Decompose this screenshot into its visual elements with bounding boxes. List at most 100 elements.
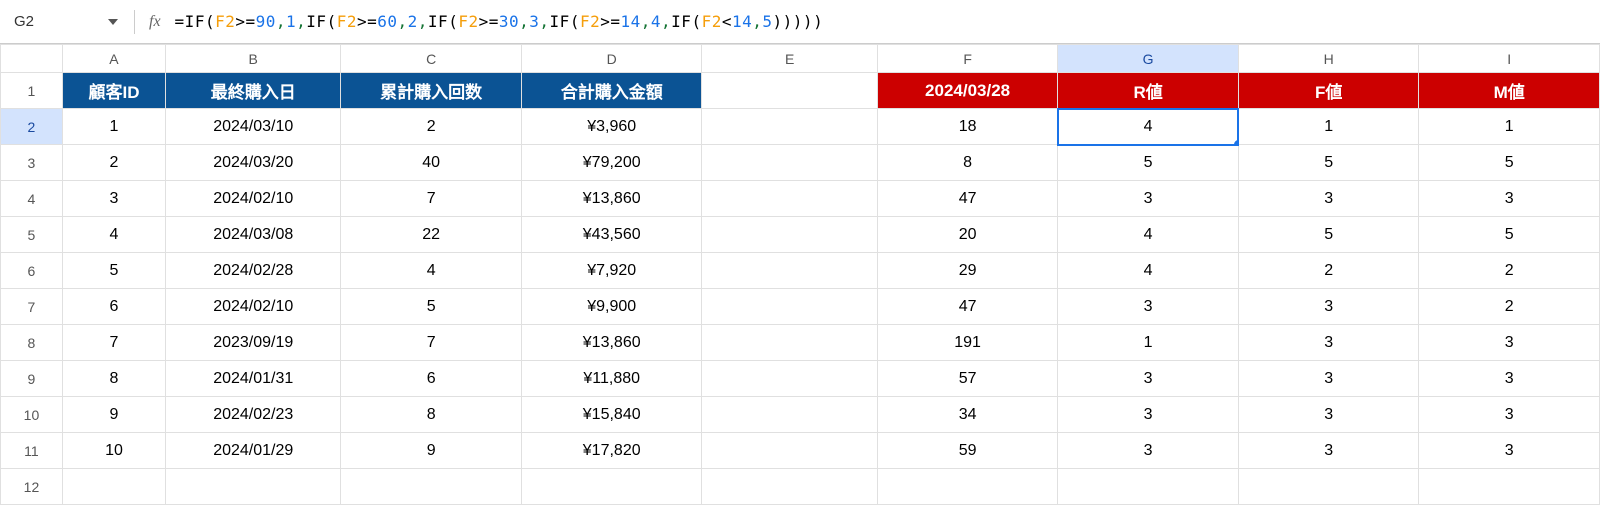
cell-H7[interactable]: 3	[1238, 289, 1419, 325]
row-header-2[interactable]: 2	[1, 109, 63, 145]
cell-F1[interactable]: 2024/03/28	[877, 73, 1058, 109]
cell-G12[interactable]	[1058, 469, 1239, 505]
row-header-5[interactable]: 5	[1, 217, 63, 253]
cell-I1[interactable]: M値	[1419, 73, 1600, 109]
cell-D9[interactable]: ¥11,880	[521, 361, 702, 397]
cell-B12[interactable]	[166, 469, 341, 505]
cell-I2[interactable]: 1	[1419, 109, 1600, 145]
cell-F3[interactable]: 8	[877, 145, 1058, 181]
cell-A8[interactable]: 7	[62, 325, 165, 361]
cell-E6[interactable]	[702, 253, 877, 289]
cell-I10[interactable]: 3	[1419, 397, 1600, 433]
cell-E10[interactable]	[702, 397, 877, 433]
cell-A7[interactable]: 6	[62, 289, 165, 325]
cell-E9[interactable]	[702, 361, 877, 397]
cell-I3[interactable]: 5	[1419, 145, 1600, 181]
cell-F11[interactable]: 59	[877, 433, 1058, 469]
cell-D2[interactable]: ¥3,960	[521, 109, 702, 145]
cell-C3[interactable]: 40	[341, 145, 522, 181]
cell-B11[interactable]: 2024/01/29	[166, 433, 341, 469]
row-header-8[interactable]: 8	[1, 325, 63, 361]
row-header-12[interactable]: 12	[1, 469, 63, 505]
cell-I5[interactable]: 5	[1419, 217, 1600, 253]
cell-D11[interactable]: ¥17,820	[521, 433, 702, 469]
cell-D6[interactable]: ¥7,920	[521, 253, 702, 289]
cell-E11[interactable]	[702, 433, 877, 469]
cell-I12[interactable]	[1419, 469, 1600, 505]
cell-B2[interactable]: 2024/03/10	[166, 109, 341, 145]
chevron-down-icon[interactable]	[108, 19, 118, 25]
cell-F12[interactable]	[877, 469, 1058, 505]
row-header-4[interactable]: 4	[1, 181, 63, 217]
cell-G4[interactable]: 3	[1058, 181, 1239, 217]
cell-D1[interactable]: 合計購入金額	[521, 73, 702, 109]
cell-B8[interactable]: 2023/09/19	[166, 325, 341, 361]
cell-I9[interactable]: 3	[1419, 361, 1600, 397]
cell-A12[interactable]	[62, 469, 165, 505]
cell-H9[interactable]: 3	[1238, 361, 1419, 397]
column-header-F[interactable]: F	[877, 45, 1058, 73]
cell-G3[interactable]: 5	[1058, 145, 1239, 181]
cell-D10[interactable]: ¥15,840	[521, 397, 702, 433]
cell-H10[interactable]: 3	[1238, 397, 1419, 433]
cell-H5[interactable]: 5	[1238, 217, 1419, 253]
cell-D4[interactable]: ¥13,860	[521, 181, 702, 217]
cell-F9[interactable]: 57	[877, 361, 1058, 397]
row-header-7[interactable]: 7	[1, 289, 63, 325]
cell-B10[interactable]: 2024/02/23	[166, 397, 341, 433]
row-header-1[interactable]: 1	[1, 73, 63, 109]
cell-F5[interactable]: 20	[877, 217, 1058, 253]
cell-F7[interactable]: 47	[877, 289, 1058, 325]
cell-B5[interactable]: 2024/03/08	[166, 217, 341, 253]
row-header-9[interactable]: 9	[1, 361, 63, 397]
cell-E2[interactable]	[702, 109, 877, 145]
cell-A6[interactable]: 5	[62, 253, 165, 289]
cell-F2[interactable]: 18	[877, 109, 1058, 145]
cell-H2[interactable]: 1	[1238, 109, 1419, 145]
cell-A4[interactable]: 3	[62, 181, 165, 217]
column-header-B[interactable]: B	[166, 45, 341, 73]
cell-G8[interactable]: 1	[1058, 325, 1239, 361]
cell-A9[interactable]: 8	[62, 361, 165, 397]
column-header-G[interactable]: G	[1058, 45, 1239, 73]
cell-H1[interactable]: F値	[1238, 73, 1419, 109]
cell-F10[interactable]: 34	[877, 397, 1058, 433]
cell-C9[interactable]: 6	[341, 361, 522, 397]
cell-H12[interactable]	[1238, 469, 1419, 505]
cell-C1[interactable]: 累計購入回数	[341, 73, 522, 109]
formula-input[interactable]: =IF(F2>=90,1,IF(F2>=60,2,IF(F2>=30,3,IF(…	[175, 12, 1594, 31]
cell-H4[interactable]: 3	[1238, 181, 1419, 217]
cell-E1[interactable]	[702, 73, 877, 109]
cell-F6[interactable]: 29	[877, 253, 1058, 289]
cell-H8[interactable]: 3	[1238, 325, 1419, 361]
cell-C2[interactable]: 2	[341, 109, 522, 145]
row-header-3[interactable]: 3	[1, 145, 63, 181]
cell-D3[interactable]: ¥79,200	[521, 145, 702, 181]
cell-E5[interactable]	[702, 217, 877, 253]
cell-B1[interactable]: 最終購入日	[166, 73, 341, 109]
cell-A3[interactable]: 2	[62, 145, 165, 181]
cell-C11[interactable]: 9	[341, 433, 522, 469]
cell-I11[interactable]: 3	[1419, 433, 1600, 469]
cell-E4[interactable]	[702, 181, 877, 217]
cell-A1[interactable]: 顧客ID	[62, 73, 165, 109]
cell-E8[interactable]	[702, 325, 877, 361]
cell-C12[interactable]	[341, 469, 522, 505]
column-header-D[interactable]: D	[521, 45, 702, 73]
select-all-corner[interactable]	[1, 45, 63, 73]
cell-B4[interactable]: 2024/02/10	[166, 181, 341, 217]
cell-G1[interactable]: R値	[1058, 73, 1239, 109]
cell-I4[interactable]: 3	[1419, 181, 1600, 217]
cell-D8[interactable]: ¥13,860	[521, 325, 702, 361]
cell-C5[interactable]: 22	[341, 217, 522, 253]
cell-H11[interactable]: 3	[1238, 433, 1419, 469]
cell-I7[interactable]: 2	[1419, 289, 1600, 325]
cell-H6[interactable]: 2	[1238, 253, 1419, 289]
cell-B9[interactable]: 2024/01/31	[166, 361, 341, 397]
cell-D5[interactable]: ¥43,560	[521, 217, 702, 253]
cell-C10[interactable]: 8	[341, 397, 522, 433]
spreadsheet-grid[interactable]: ABCDEFGHI1顧客ID最終購入日累計購入回数合計購入金額2024/03/2…	[0, 44, 1600, 505]
cell-C4[interactable]: 7	[341, 181, 522, 217]
cell-E7[interactable]	[702, 289, 877, 325]
cell-G5[interactable]: 4	[1058, 217, 1239, 253]
